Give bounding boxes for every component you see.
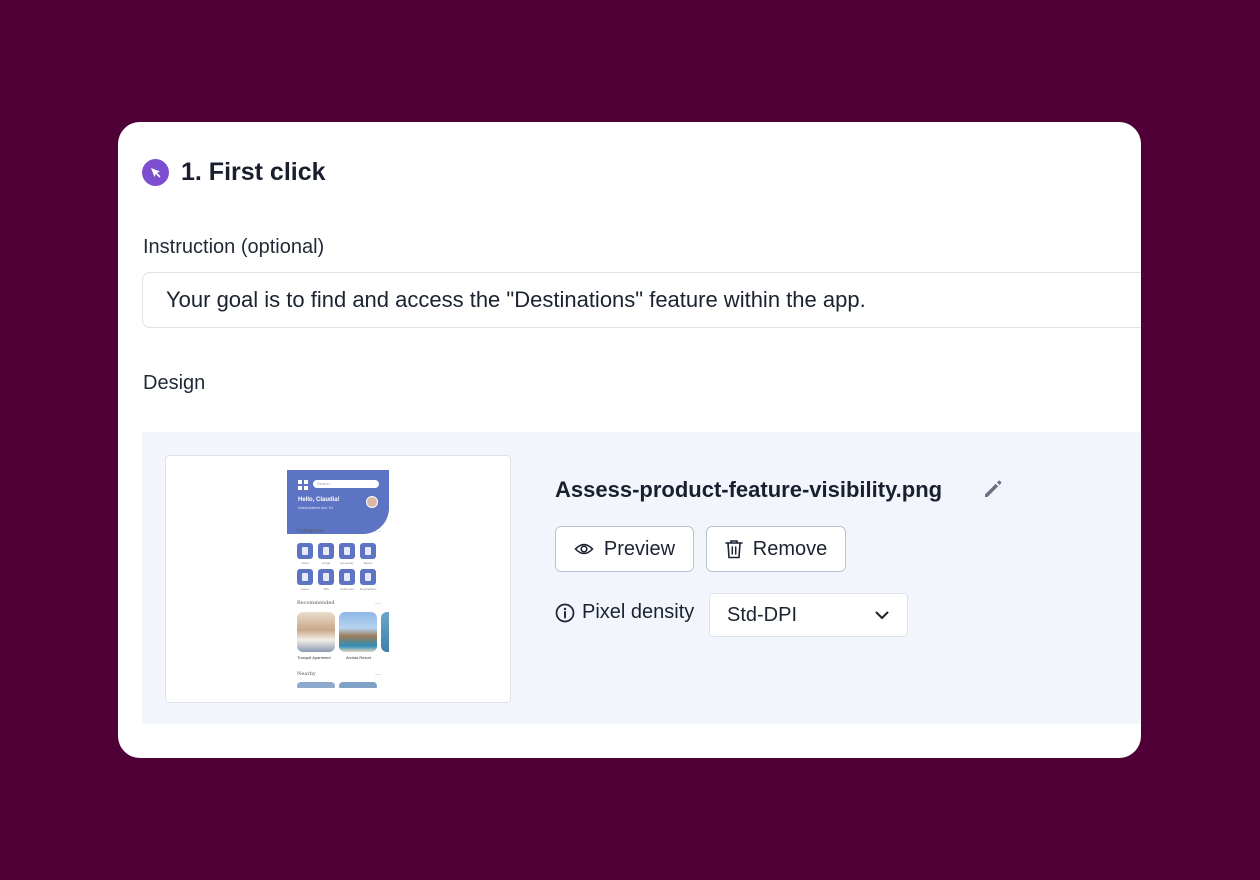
app-categories-title: Categories: [297, 528, 325, 534]
app-category-label: Villa: [323, 587, 329, 591]
pixel-density-value: Std-DPI: [727, 603, 798, 626]
pixel-density: Pixel density: [555, 601, 694, 624]
chevron-down-icon: [875, 611, 889, 619]
preview-button[interactable]: Preview: [555, 526, 694, 572]
remove-button[interactable]: Remove: [706, 526, 846, 572]
app-category-label: Destinations: [360, 587, 377, 591]
app-nearby-title: Nearby: [297, 671, 316, 677]
app-category-icon: [339, 543, 355, 559]
app-category-icon: [318, 543, 334, 559]
app-category-icon: [360, 569, 376, 585]
app-avatar: [366, 496, 378, 508]
app-photo: [297, 612, 335, 652]
app-photo-caption: Tranquil Apartment: [297, 655, 331, 660]
instruction-input[interactable]: Your goal is to find and access the "Des…: [142, 272, 1141, 328]
app-category-icon: [339, 569, 355, 585]
app-more-icon: ···: [375, 529, 381, 535]
app-category-label: Resort: [363, 561, 373, 565]
app-photo: [381, 612, 389, 652]
app-recommended-title: Recommended: [297, 600, 335, 606]
design-panel: Search Hello, Claudia! Independence Ave,…: [142, 432, 1141, 724]
app-more-icon: ···: [375, 601, 381, 607]
app-category-label: Homestay: [340, 561, 354, 565]
app-header: Search Hello, Claudia! Independence Ave,…: [287, 470, 389, 534]
app-more-icon: ···: [375, 672, 381, 678]
design-label: Design: [143, 372, 206, 394]
trash-icon: [724, 540, 743, 559]
app-category-icon: [360, 543, 376, 559]
cursor-arrow-icon: [142, 159, 169, 186]
pixel-density-select[interactable]: Std-DPI: [709, 593, 908, 637]
app-search-bar: Search: [313, 480, 379, 488]
app-category-icon: [297, 569, 313, 585]
app-photo: [339, 682, 377, 688]
info-icon: [555, 603, 575, 622]
pixel-density-label: Pixel density: [582, 601, 695, 623]
app-photo-caption: Arvista Resort: [346, 655, 372, 660]
app-category-icon: [297, 543, 313, 559]
app-category-label: House: [300, 587, 310, 591]
design-thumbnail[interactable]: Search Hello, Claudia! Independence Ave,…: [165, 455, 511, 703]
step-card: 1. First click Instruction (optional) Yo…: [118, 122, 1141, 758]
eye-icon: [574, 543, 594, 555]
app-location: Independence Ave, NJ: [298, 506, 334, 510]
file-name: Assess-product-feature-visibility.png: [555, 477, 943, 502]
app-grid-icon: [298, 480, 308, 490]
remove-button-label: Remove: [752, 537, 828, 560]
app-greeting: Hello, Claudia!: [298, 497, 340, 503]
step-header: 1. First click: [142, 158, 326, 187]
app-category-label: Hotel: [301, 561, 309, 565]
app-category-label: Lodge: [321, 561, 331, 565]
app-category-icon: [318, 569, 334, 585]
step-title: 1. First click: [181, 158, 326, 186]
instruction-label: Instruction (optional): [143, 236, 325, 258]
app-photo: [339, 612, 377, 652]
app-screenshot: Search Hello, Claudia! Independence Ave,…: [287, 470, 389, 688]
pencil-icon[interactable]: [980, 476, 1006, 502]
preview-button-label: Preview: [603, 537, 676, 560]
app-photo: [297, 682, 335, 688]
app-category-label: Apartment: [340, 587, 354, 591]
